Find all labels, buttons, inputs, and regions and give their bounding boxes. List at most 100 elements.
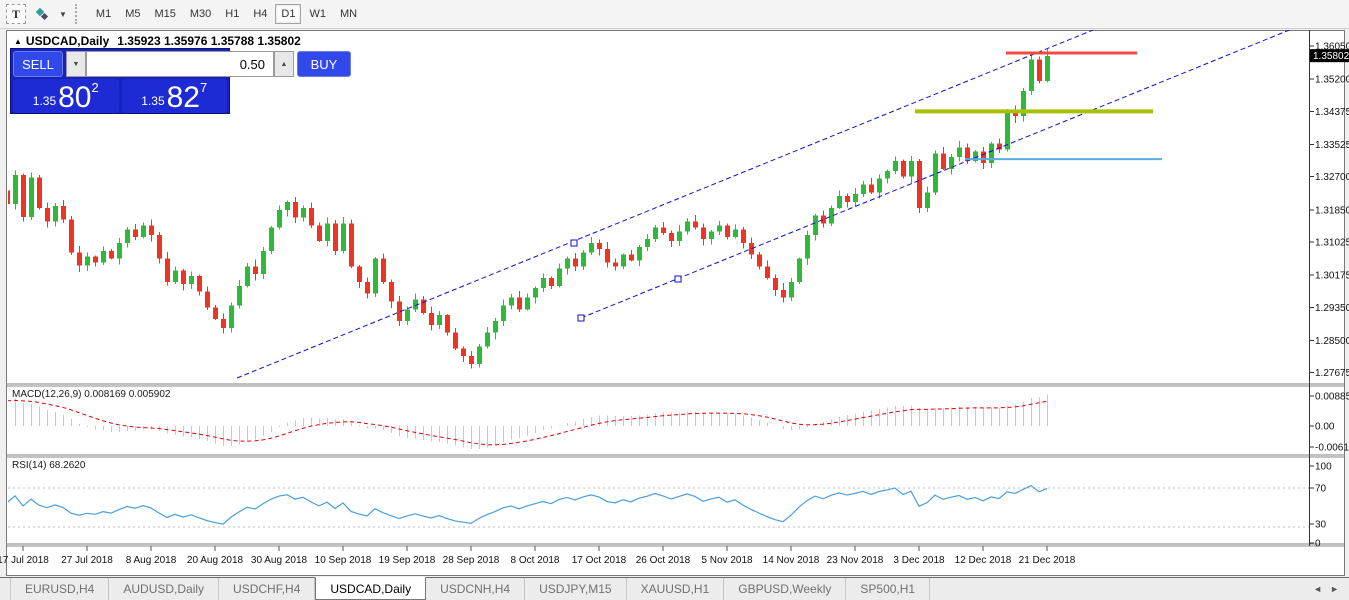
candle	[517, 291, 522, 312]
candle	[741, 227, 746, 249]
macd-name: MACD(12,26,9)	[12, 389, 81, 400]
candle	[941, 147, 946, 170]
candle	[709, 230, 714, 244]
rsi-scale-label: 30	[1315, 520, 1327, 531]
rsi-value: 68.2620	[49, 460, 85, 471]
date-tick-label: 30 Aug 2018	[251, 555, 308, 566]
candle	[813, 214, 818, 240]
chart-header: ▲USDCAD,Daily1.35923 1.35976 1.35788 1.3…	[14, 34, 301, 48]
macd-scale-label: -0.00614	[1315, 443, 1349, 454]
candle	[677, 225, 682, 246]
date-tick-label: 23 Nov 2018	[827, 555, 884, 566]
tab-usdcnh-h4[interactable]: USDCNH,H4	[426, 578, 525, 600]
candle	[117, 238, 122, 264]
collapse-icon[interactable]: ▲	[14, 37, 22, 46]
date-tick-label: 3 Dec 2018	[893, 555, 945, 566]
tab-sp500-h1[interactable]: SP500,H1	[846, 578, 930, 600]
candle	[725, 224, 730, 240]
candle	[909, 156, 914, 183]
candle	[717, 221, 722, 235]
tab-eurusd-h4[interactable]: EURUSD,H4	[10, 578, 109, 600]
candle	[269, 226, 274, 254]
rsi-name: RSI(14)	[12, 460, 46, 471]
candle	[365, 278, 370, 299]
tab-scroll-left-icon[interactable]: ◄	[1313, 584, 1322, 594]
date-tick-label: 21 Dec 2018	[1019, 555, 1076, 566]
rsi-scale-label: 100	[1315, 462, 1332, 473]
candle	[1021, 88, 1026, 121]
candle	[637, 245, 642, 266]
candle	[845, 193, 850, 207]
macd-values: 0.008169 0.005902	[84, 389, 170, 400]
lot-increase-button[interactable]: ▲	[274, 51, 294, 77]
candle	[885, 170, 890, 184]
candle	[29, 172, 34, 220]
buy-button[interactable]: BUY	[297, 51, 351, 77]
candle	[1037, 56, 1042, 83]
candle	[925, 187, 930, 212]
sell-button[interactable]: SELL	[13, 51, 63, 77]
candle	[1029, 54, 1034, 95]
tab-audusd-daily[interactable]: AUDUSD,Daily	[109, 578, 219, 600]
tab-usdchf-h4[interactable]: USDCHF,H4	[219, 578, 315, 600]
date-tick-label: 17 Oct 2018	[572, 555, 627, 566]
candle	[101, 246, 106, 265]
candle	[533, 287, 538, 304]
candle	[477, 344, 482, 367]
rsi-scale-label: 70	[1315, 484, 1327, 495]
candle	[413, 293, 418, 311]
buy-price-pip: 7	[200, 80, 207, 95]
candle	[85, 253, 90, 271]
sell-price-main: 80	[58, 85, 91, 111]
candle	[437, 311, 442, 329]
macd-histogram	[8, 394, 1048, 449]
tab-xauusd-h1[interactable]: XAUUSD,H1	[627, 578, 725, 600]
candle	[37, 175, 42, 209]
candle	[301, 206, 306, 222]
trend-channel-lower-line[interactable]	[581, 22, 1309, 318]
date-tick-label: 28 Sep 2018	[443, 555, 500, 566]
candle	[69, 216, 74, 255]
candle	[573, 253, 578, 271]
candle	[13, 171, 18, 210]
candle	[581, 250, 586, 270]
lot-size-input[interactable]	[86, 51, 274, 77]
candle	[821, 211, 826, 228]
candle	[133, 224, 138, 240]
candle	[325, 217, 330, 246]
candle	[189, 272, 194, 290]
trend-channel-upper-line[interactable]	[237, 30, 1093, 378]
channel-handle[interactable]	[571, 240, 577, 246]
sell-price-display[interactable]: 1.35 80 2	[13, 79, 119, 113]
lot-decrease-button[interactable]: ▼	[66, 51, 86, 77]
price-tick-label: 1.32700	[1315, 172, 1349, 183]
candle	[565, 256, 570, 274]
buy-price-display[interactable]: 1.35 82 7	[122, 79, 228, 113]
symbol-title: USDCAD,Daily	[26, 34, 109, 48]
candle	[765, 260, 770, 279]
candle	[797, 257, 802, 284]
tab-usdcad-daily[interactable]: USDCAD,Daily	[315, 577, 426, 600]
candle	[309, 202, 314, 228]
candle	[541, 274, 546, 293]
channel-handle[interactable]	[578, 315, 584, 321]
candle	[893, 157, 898, 175]
buy-price-prefix: 1.35	[141, 94, 164, 108]
price-tick-label: 1.29350	[1315, 303, 1349, 314]
channel-handle[interactable]	[675, 276, 681, 282]
chart-tab-bar: EURUSD,H4AUDUSD,DailyUSDCHF,H4USDCAD,Dai…	[0, 577, 1349, 600]
date-tick-label: 8 Oct 2018	[511, 555, 560, 566]
tab-gbpusd-weekly[interactable]: GBPUSD,Weekly	[724, 578, 846, 600]
candle	[869, 178, 874, 194]
macd-scale-label: 0.00885	[1315, 392, 1349, 403]
mt4-window: T ▼ M1M5M15M30H1H4D1W1MN 1.360501.352001…	[0, 0, 1349, 600]
sell-price-pip: 2	[92, 80, 99, 95]
candle	[109, 249, 114, 260]
candle	[213, 305, 218, 320]
candle	[469, 351, 474, 369]
tab-scroll-right-icon[interactable]: ►	[1330, 584, 1339, 594]
tab-usdjpy-m15[interactable]: USDJPY,M15	[525, 578, 626, 600]
candle	[165, 252, 170, 285]
candle	[277, 205, 282, 229]
candle	[997, 139, 1002, 153]
